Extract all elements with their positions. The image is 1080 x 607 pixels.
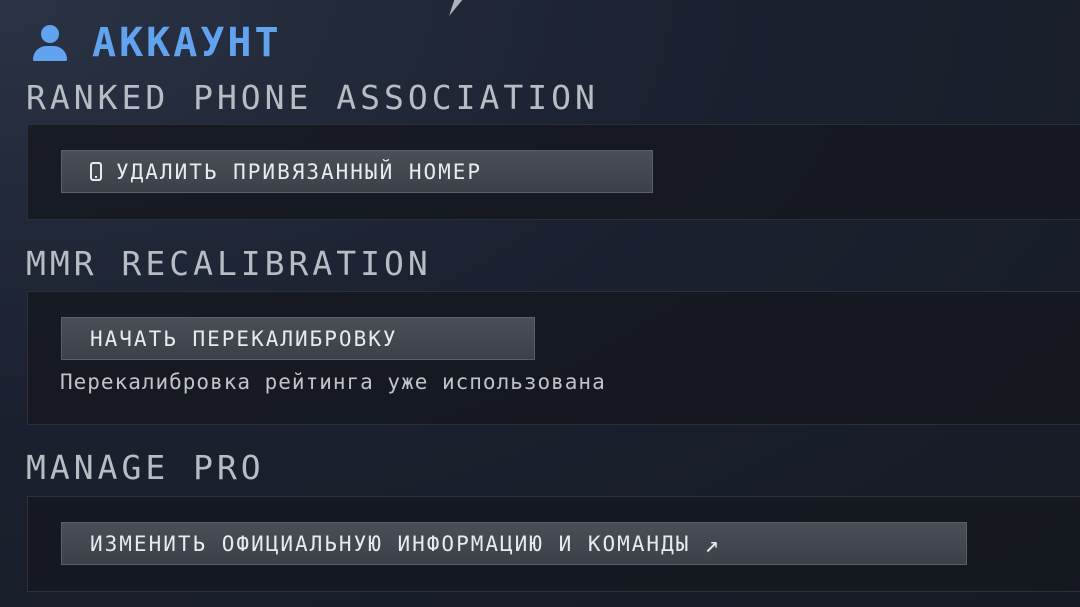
recalibration-status-note: Перекалибровка рейтинга уже использована	[60, 370, 606, 394]
start-recalibration-button[interactable]: НАЧАТЬ ПЕРЕКАЛИБРОВКУ	[61, 317, 535, 360]
external-link-icon: ↗	[704, 529, 721, 558]
account-header: АККАУНТ	[30, 20, 282, 66]
remove-phone-button[interactable]: УДАЛИТЬ ПРИВЯЗАННЫЙ НОМЕР	[61, 150, 653, 193]
edit-pro-info-button-label: ИЗМЕНИТЬ ОФИЦИАЛЬНУЮ ИНФОРМАЦИЮ И КОМАНД…	[90, 531, 691, 556]
section-title-manage-pro: MANAGE PRO	[26, 448, 265, 487]
page-title: АККАУНТ	[92, 20, 282, 66]
section-title-ranked-phone: RANKED PHONE ASSOCIATION	[26, 78, 599, 117]
user-icon	[30, 23, 70, 63]
section-title-mmr-recalibration: MMR RECALIBRATION	[26, 244, 432, 283]
start-recalibration-button-label: НАЧАТЬ ПЕРЕКАЛИБРОВКУ	[90, 326, 398, 351]
phone-icon	[90, 162, 102, 181]
remove-phone-button-label: УДАЛИТЬ ПРИВЯЗАННЫЙ НОМЕР	[116, 159, 483, 184]
edit-pro-info-button[interactable]: ИЗМЕНИТЬ ОФИЦИАЛЬНУЮ ИНФОРМАЦИЮ И КОМАНД…	[61, 522, 967, 565]
mouse-cursor	[449, 0, 464, 16]
